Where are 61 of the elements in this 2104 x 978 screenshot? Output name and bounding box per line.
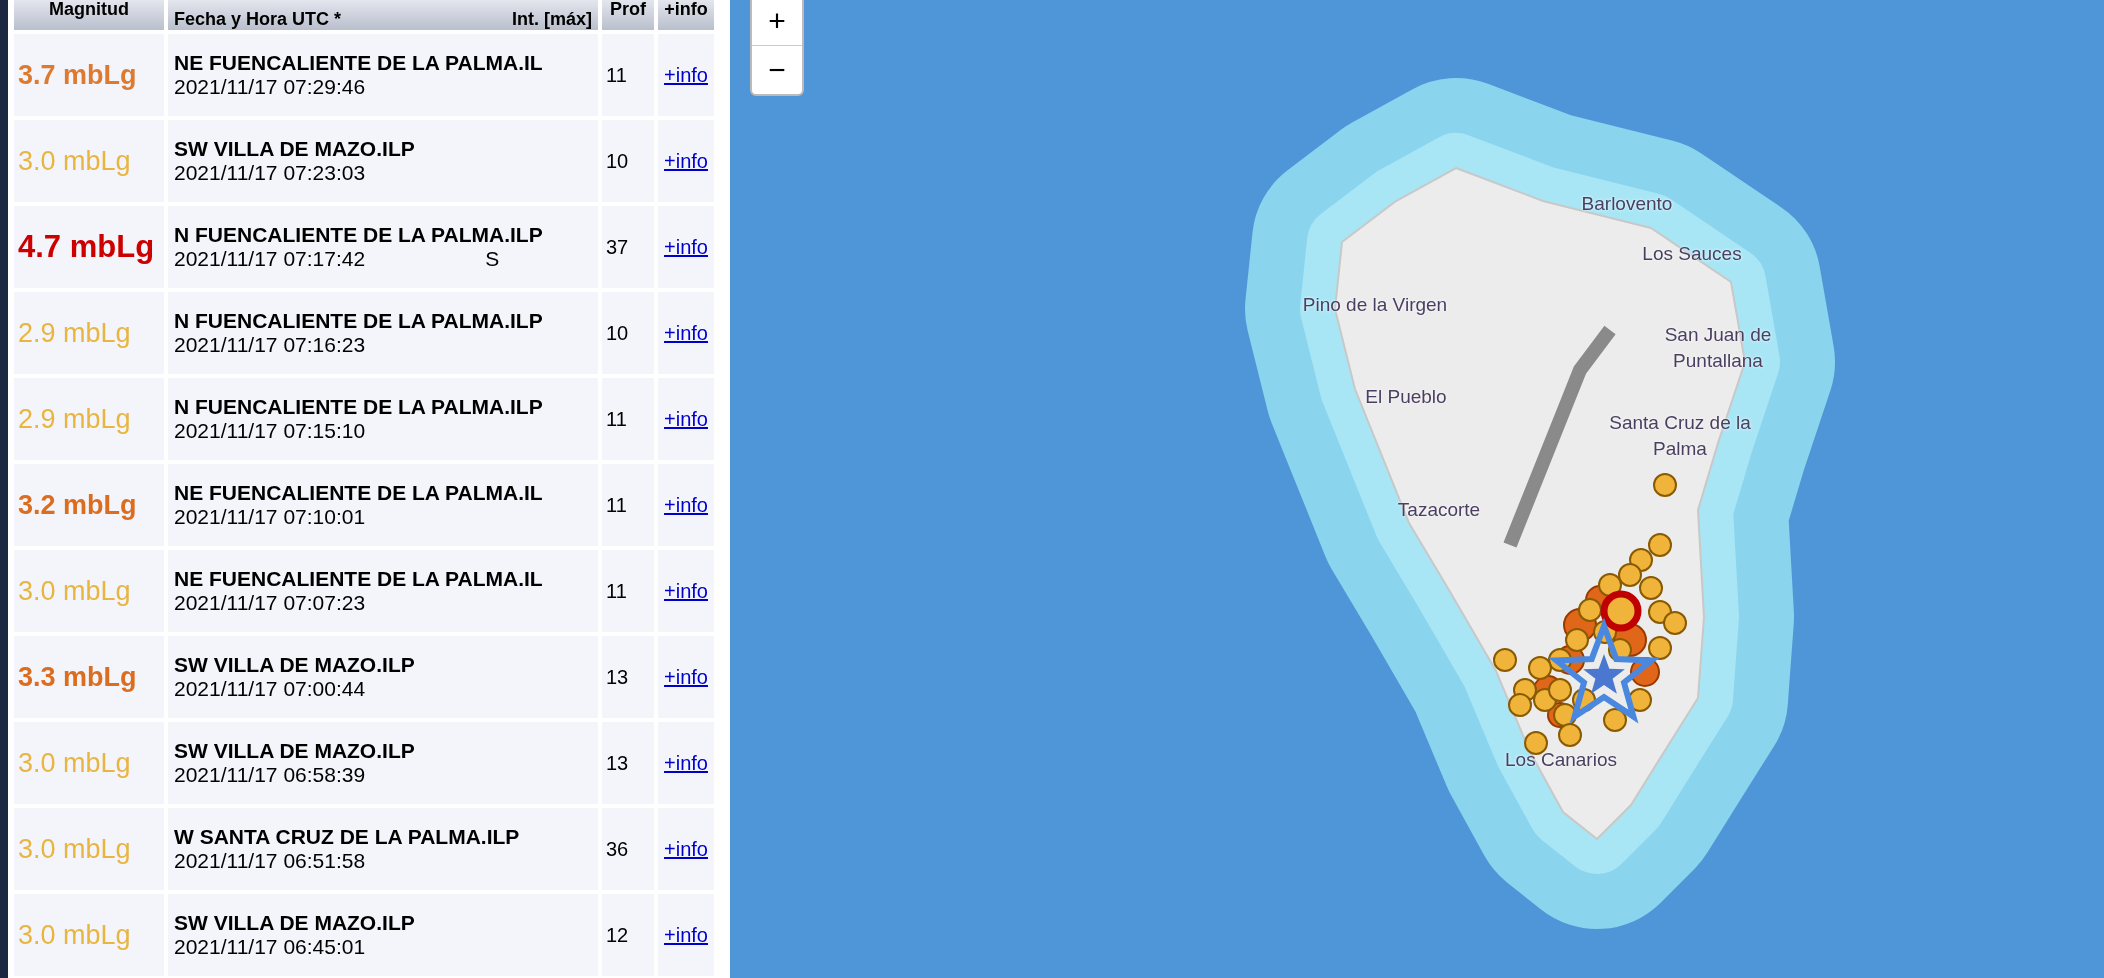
magnitude-cell: 3.2 mbLg: [14, 464, 164, 546]
datetime-text: 2021/11/17 06:45:01: [174, 935, 366, 959]
location-text: N FUENCALIENTE DE LA PALMA.ILP: [174, 223, 544, 247]
zoom-out-button[interactable]: −: [752, 46, 802, 94]
place-label: Pino de la Virgen: [1301, 293, 1449, 317]
location-text: SW VILLA DE MAZO.ILP: [174, 653, 416, 677]
magnitude-cell: 3.0 mbLg: [14, 550, 164, 632]
depth-cell: 11: [602, 550, 654, 632]
depth-cell: 11: [602, 378, 654, 460]
location-text: NE FUENCALIENTE DE LA PALMA.IL: [174, 567, 544, 591]
place-label: Los Sauces: [1641, 242, 1743, 266]
datetime-text: 2021/11/17 06:58:39: [174, 763, 366, 787]
datetime-text: 2021/11/17 07:10:01: [174, 505, 366, 529]
location-text: SW VILLA DE MAZO.ILP: [174, 137, 416, 161]
intensity-text: S: [485, 247, 500, 271]
place-label: San Juan de Puntallana: [1663, 323, 1773, 373]
datetime-text: 2021/11/17 07:29:46: [174, 75, 366, 99]
magnitude-cell: 3.0 mbLg: [14, 894, 164, 976]
magnitude-cell: 3.7 mbLg: [14, 34, 164, 116]
location-text: SW VILLA DE MAZO.ILP: [174, 739, 416, 763]
location-text: NE FUENCALIENTE DE LA PALMA.IL: [174, 481, 544, 505]
depth-cell: 12: [602, 894, 654, 976]
datetime-text: 2021/11/17 07:23:03: [174, 161, 366, 185]
depth-cell: 10: [602, 120, 654, 202]
datetime-text: 2021/11/17 06:51:58: [174, 849, 366, 873]
location-text: W SANTA CRUZ DE LA PALMA.ILP: [174, 825, 521, 849]
location-text: SW VILLA DE MAZO.ILP: [174, 911, 416, 935]
place-label: El Pueblo: [1364, 385, 1448, 409]
datetime-text: 2021/11/17 07:17:42: [174, 247, 366, 271]
datetime-text: 2021/11/17 07:00:44: [174, 677, 366, 701]
place-label: Santa Cruz de la Palma: [1608, 411, 1752, 461]
location-text: NE FUENCALIENTE DE LA PALMA.IL: [174, 51, 544, 75]
column-header: +info: [658, 0, 714, 30]
place-label: Barlovento: [1580, 192, 1674, 216]
depth-cell: 37: [602, 206, 654, 288]
zoom-in-button[interactable]: +: [752, 0, 802, 46]
magnitude-cell: 3.3 mbLg: [14, 636, 164, 718]
magnitude-cell: 2.9 mbLg: [14, 292, 164, 374]
epicenter-star-icon: [1548, 617, 1660, 724]
magnitude-cell: 3.0 mbLg: [14, 808, 164, 890]
location-text: N FUENCALIENTE DE LA PALMA.ILP: [174, 309, 544, 333]
column-header: Int. [máx]: [512, 8, 592, 30]
depth-cell: 10: [602, 292, 654, 374]
depth-cell: 13: [602, 636, 654, 718]
depth-cell: 36: [602, 808, 654, 890]
column-header: Fecha y Hora UTC *: [174, 8, 342, 30]
column-header: Magnitud: [14, 0, 164, 30]
place-label: Tazacorte: [1396, 498, 1482, 522]
depth-cell: 11: [602, 34, 654, 116]
magnitude-cell: 3.0 mbLg: [14, 120, 164, 202]
magnitude-cell: 4.7 mbLg: [14, 206, 164, 288]
datetime-text: 2021/11/17 07:15:10: [174, 419, 366, 443]
location-text: N FUENCALIENTE DE LA PALMA.ILP: [174, 395, 544, 419]
depth-cell: 11: [602, 464, 654, 546]
datetime-text: 2021/11/17 07:07:23: [174, 591, 366, 615]
magnitude-cell: 3.0 mbLg: [14, 722, 164, 804]
datetime-text: 2021/11/17 07:16:23: [174, 333, 366, 357]
depth-cell: 13: [602, 722, 654, 804]
column-header: Prof: [602, 0, 654, 30]
place-label: Los Canarios: [1504, 748, 1618, 772]
magnitude-cell: 2.9 mbLg: [14, 378, 164, 460]
